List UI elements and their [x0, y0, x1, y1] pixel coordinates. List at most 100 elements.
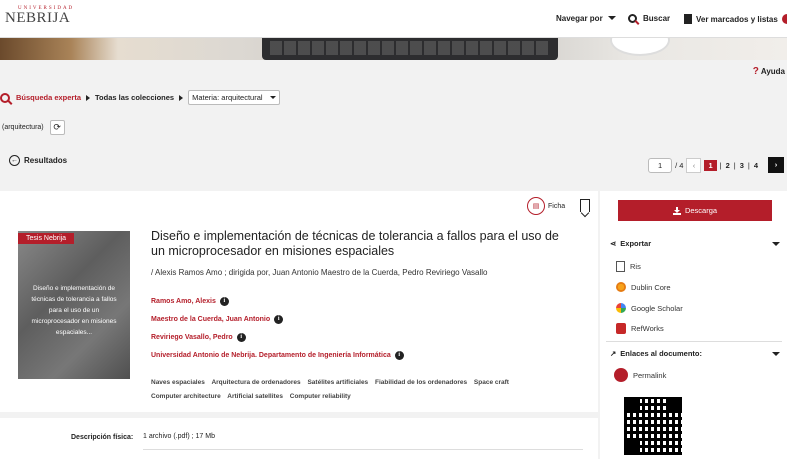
info-icon[interactable]: i: [274, 314, 284, 324]
external-link-icon: ↗: [610, 349, 617, 358]
materia-select[interactable]: Materia: arquitectural: [188, 90, 280, 105]
dublin-core-icon: [616, 282, 626, 292]
person-name: Ramos Amo, Alexis: [151, 297, 216, 305]
export-refworks[interactable]: RefWorks: [616, 323, 664, 334]
permalink-link[interactable]: Permalink: [614, 368, 666, 382]
search-icon: [0, 92, 10, 103]
subject-link[interactable]: Computer reliability: [290, 393, 351, 400]
download-label: Descarga: [684, 206, 718, 215]
laptop-image: [262, 38, 558, 60]
organization-name: Universidad Antonio de Nebrija. Departam…: [151, 351, 391, 359]
share-icon: ⋖: [610, 239, 617, 248]
thumbnail-tag: Tesis Nebrija: [18, 233, 75, 244]
browse-menu[interactable]: Navegar por: [556, 14, 616, 23]
record-title: Diseño e implementación de técnicas de t…: [151, 229, 559, 258]
links-label: Enlaces al documento:: [620, 349, 702, 358]
physical-description-row: Descripción física: 1 archivo (.pdf) ; 1…: [0, 418, 598, 459]
top-navbar: UNIVERSIDAD NEBRIJA Navegar por Buscar V…: [0, 0, 787, 38]
google-scholar-icon: [616, 303, 626, 313]
next-page-button[interactable]: ›: [768, 157, 784, 173]
file-icon: [616, 261, 625, 272]
people-list: Ramos Amo, Alexis i Maestro de la Cuerda…: [151, 292, 404, 364]
chevron-down-icon: [607, 16, 616, 20]
person-link[interactable]: Ramos Amo, Alexis i: [151, 292, 404, 310]
page-number-input[interactable]: 1: [648, 157, 673, 173]
person-link[interactable]: Reviriego Vasallo, Pedro i: [151, 328, 404, 346]
help-link[interactable]: ? Ayuda: [753, 66, 785, 77]
export-toggle[interactable]: ⋖ Exportar: [610, 239, 780, 248]
thumbnail-caption: Diseño e implementación de técnicas de t…: [31, 285, 117, 336]
links-toggle[interactable]: ↗ Enlaces al documento:: [610, 349, 780, 358]
caret-right-icon: [86, 94, 91, 101]
breadcrumb-advanced-search[interactable]: Búsqueda experta: [16, 93, 81, 102]
search-label: Buscar: [643, 14, 671, 23]
ficha-label: Ficha: [548, 202, 566, 210]
export-refworks-label: RefWorks: [631, 324, 664, 333]
info-icon[interactable]: i: [236, 332, 246, 342]
search-link[interactable]: Buscar: [628, 14, 670, 23]
document-icon: ▤: [527, 197, 545, 215]
logo-big-text: NEBRIJA: [5, 10, 71, 26]
qr-code: [624, 397, 682, 455]
page-link-3[interactable]: 3: [739, 161, 745, 170]
person-name: Reviriego Vasallo, Pedro: [151, 333, 233, 341]
record-authors: / Alexis Ramos Amo ; dirigida por, Juan …: [151, 268, 488, 277]
ficha-button[interactable]: ▤ Ficha: [527, 197, 565, 215]
export-dublin-core[interactable]: Dublin Core: [616, 282, 671, 292]
breadcrumb: Búsqueda experta Todas las colecciones M…: [0, 90, 280, 105]
subject-link[interactable]: Arquitectura de ordenadores: [211, 379, 300, 386]
subject-link[interactable]: Satélites artificiales: [307, 379, 368, 386]
export-dublin-core-label: Dublin Core: [631, 282, 671, 292]
divider: [143, 449, 583, 450]
person-name: Maestro de la Cuerda, Juan Antonio: [151, 315, 271, 323]
refresh-button[interactable]: ⟳: [49, 120, 65, 135]
subject-link[interactable]: Artificial satellites: [227, 393, 283, 400]
link-icon: [614, 368, 628, 382]
chevron-down-icon: [269, 96, 276, 99]
results-label: Resultados: [24, 156, 68, 165]
help-label: Ayuda: [760, 67, 785, 76]
record-sidebar: Descarga ⋖ Exportar Ris Dublin Core Goog…: [600, 191, 787, 459]
user-icon[interactable]: [782, 14, 787, 24]
export-ris-label: Ris: [630, 262, 641, 271]
marked-lists-link[interactable]: Ver marcados y listas: [684, 14, 778, 24]
bookmark-icon: [684, 14, 692, 24]
chevron-down-icon: [772, 352, 780, 356]
organization-link[interactable]: Universidad Antonio de Nebrija. Departam…: [151, 346, 404, 364]
cup-image: [610, 38, 670, 56]
subject-link[interactable]: Computer architecture: [151, 393, 221, 400]
search-icon: [628, 14, 637, 23]
permalink-label: Permalink: [633, 370, 667, 380]
person-link[interactable]: Maestro de la Cuerda, Juan Antonio i: [151, 310, 404, 328]
filter-chip[interactable]: (arquitectura): [0, 122, 46, 133]
refresh-icon: ⟳: [53, 122, 61, 132]
record-card: Tesis Nebrija Diseño e implementación de…: [0, 191, 598, 412]
page-link-4[interactable]: 4: [753, 161, 759, 170]
subject-link[interactable]: Fiabilidad de los ordenadores: [375, 379, 467, 386]
back-arrow-icon: ←: [9, 155, 20, 166]
page-link-2[interactable]: 2: [725, 161, 731, 170]
university-logo[interactable]: UNIVERSIDAD NEBRIJA: [5, 6, 74, 26]
prev-page-button[interactable]: ‹: [686, 157, 702, 173]
back-to-results[interactable]: ← Resultados: [9, 155, 67, 166]
subject-link[interactable]: Space craft: [474, 379, 509, 386]
record-thumbnail[interactable]: Tesis Nebrija Diseño e implementación de…: [18, 231, 130, 379]
subject-list: Naves espaciales Arquitectura de ordenad…: [151, 376, 571, 404]
bookmark-icon[interactable]: [580, 199, 590, 212]
physical-description-label: Descripción física:: [71, 434, 134, 441]
page-total: / 4: [675, 160, 684, 170]
divider: [606, 341, 782, 342]
info-icon[interactable]: i: [394, 350, 404, 360]
breadcrumb-all-collections[interactable]: Todas las colecciones: [95, 93, 174, 102]
pagination: 1 / 4 ‹ 1 | 2 | 3 | 4 ›: [648, 157, 784, 173]
header-banner: [0, 38, 787, 60]
filter-row: (arquitectura) ⟳: [0, 120, 65, 135]
info-icon[interactable]: i: [219, 296, 229, 306]
page-link-1[interactable]: 1: [704, 159, 717, 171]
export-google-scholar[interactable]: Google Scholar: [616, 303, 683, 313]
download-button[interactable]: Descarga: [618, 200, 772, 221]
export-label: Exportar: [620, 239, 652, 248]
marked-lists-label: Ver marcados y listas: [696, 14, 778, 24]
export-ris[interactable]: Ris: [616, 261, 641, 272]
subject-link[interactable]: Naves espaciales: [151, 379, 205, 386]
